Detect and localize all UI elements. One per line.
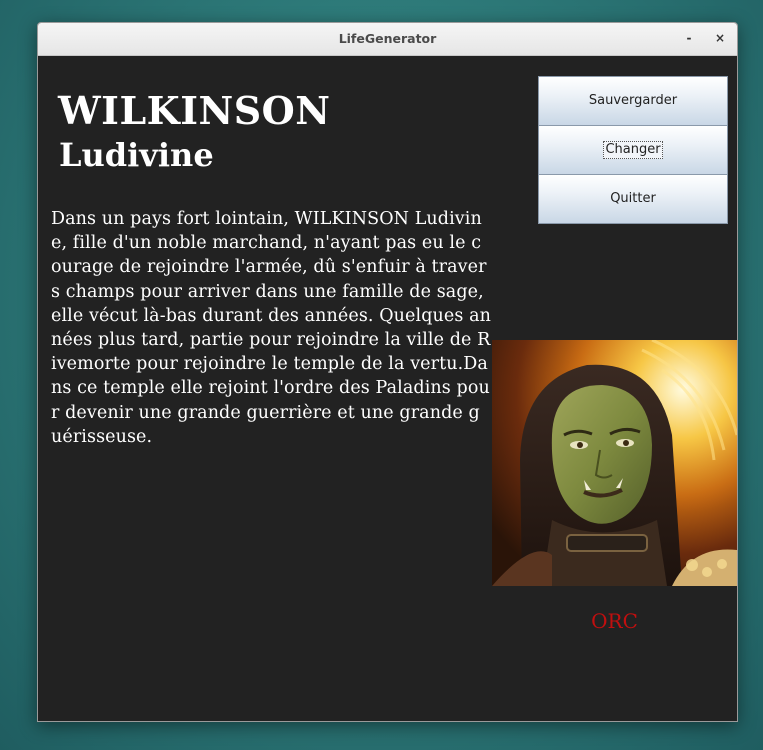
save-button[interactable]: Sauvergarder xyxy=(538,76,728,126)
portrait-illustration xyxy=(492,340,737,586)
window-title: LifeGenerator xyxy=(338,31,437,46)
title-bar[interactable]: LifeGenerator - × xyxy=(38,23,737,56)
change-button[interactable]: Changer xyxy=(538,125,728,175)
save-button-label: Sauvergarder xyxy=(588,93,678,108)
character-last-name: WILKINSON xyxy=(58,88,331,133)
close-icon[interactable]: × xyxy=(711,29,729,47)
character-story: Dans un pays fort lointain, WILKINSON Lu… xyxy=(51,209,491,447)
character-first-name: Ludivine xyxy=(59,136,214,174)
character-race: ORC xyxy=(591,609,638,633)
orc-portrait-image xyxy=(492,340,737,586)
main-content: WILKINSON Ludivine Dans un pays fort loi… xyxy=(38,56,737,721)
quit-button[interactable]: Quitter xyxy=(538,174,728,224)
app-window: LifeGenerator - × WILKINSON Ludivine Dan… xyxy=(37,22,738,722)
button-panel: Sauvergarder Changer Quitter xyxy=(538,76,728,224)
minimize-icon[interactable]: - xyxy=(680,29,698,47)
change-button-label: Changer xyxy=(603,141,663,159)
quit-button-label: Quitter xyxy=(610,191,656,206)
